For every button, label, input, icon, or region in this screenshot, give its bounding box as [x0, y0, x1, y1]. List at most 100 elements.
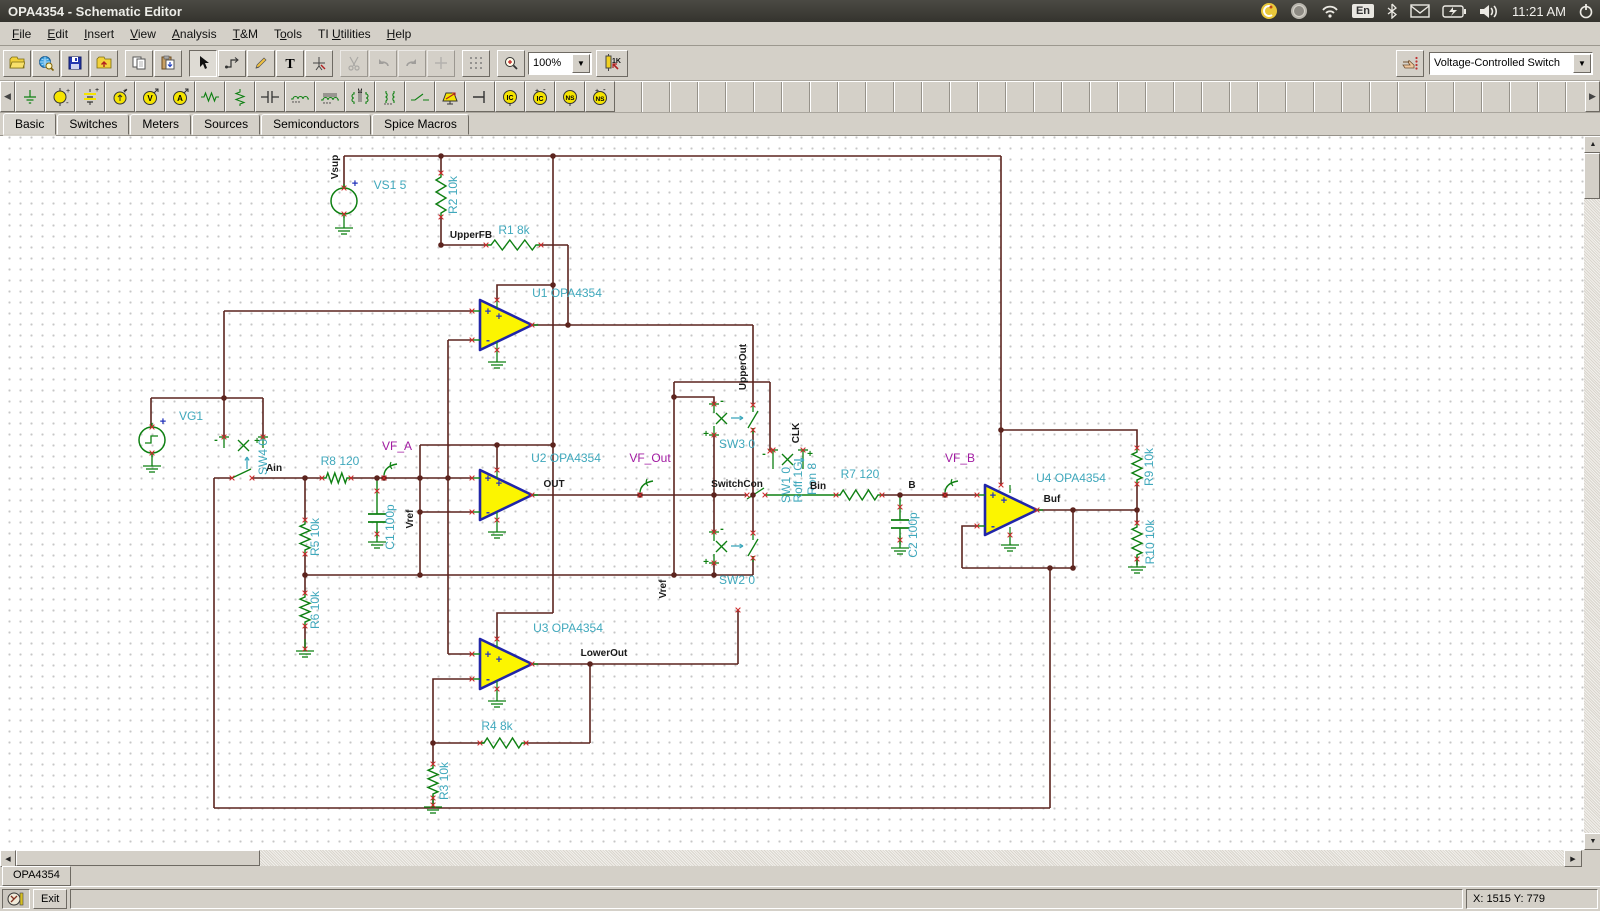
text-tool-button[interactable]: T: [276, 50, 304, 77]
open-button[interactable]: [3, 50, 31, 77]
paste-button[interactable]: [154, 50, 182, 77]
resistor-vertical-component-icon[interactable]: [225, 81, 255, 112]
grid-toggle-button[interactable]: [462, 50, 490, 77]
source-VG1[interactable]: [139, 423, 165, 457]
resistor-component-icon[interactable]: [195, 81, 225, 112]
resistor-R4[interactable]: [480, 738, 526, 748]
menu-edit[interactable]: Edit: [39, 24, 76, 44]
resistor-R8[interactable]: [322, 473, 351, 483]
tab-switches[interactable]: Switches: [57, 114, 129, 135]
tab-spice-macros[interactable]: Spice Macros: [372, 114, 469, 135]
scroll-left-arrow-icon[interactable]: ◀: [0, 850, 16, 867]
controlled-switch-component-icon[interactable]: [435, 81, 465, 112]
component-hand-button[interactable]: [1396, 50, 1424, 77]
menu-view[interactable]: View: [122, 24, 164, 44]
terminal-component-icon[interactable]: [465, 81, 495, 112]
wire[interactable]: [962, 526, 977, 568]
open-from-web-button[interactable]: [32, 50, 60, 77]
ic-polar-component-icon[interactable]: IC+-: [525, 81, 555, 112]
undo-button[interactable]: [369, 50, 397, 77]
current-source-component-icon[interactable]: +: [105, 81, 135, 112]
horizontal-scroll-track[interactable]: [260, 850, 1564, 866]
menu-t-m[interactable]: T&M: [225, 24, 266, 44]
chevron-down-icon[interactable]: ▼: [1573, 54, 1591, 73]
ground[interactable]: [488, 689, 506, 707]
inductor-core-component-icon[interactable]: [315, 81, 345, 112]
ground[interactable]: [488, 520, 506, 538]
vertical-scroll-thumb[interactable]: [1584, 153, 1600, 199]
battery-icon[interactable]: [1442, 5, 1466, 18]
wire[interactable]: [674, 397, 714, 404]
horizontal-scroll-thumb[interactable]: [16, 850, 260, 866]
resistor-R1[interactable]: [487, 240, 540, 250]
ic-component-icon[interactable]: IC: [495, 81, 525, 112]
resistor-R9[interactable]: [1132, 449, 1142, 483]
bluetooth-icon[interactable]: [1386, 3, 1398, 19]
voltmeter-component-icon[interactable]: V: [135, 81, 165, 112]
battery-component-icon[interactable]: +: [75, 81, 105, 112]
wire[interactable]: [433, 679, 472, 743]
wire[interactable]: [1001, 430, 1137, 449]
opamp-U1[interactable]: [472, 300, 538, 350]
copy-button[interactable]: [125, 50, 153, 77]
wifi-icon[interactable]: [1320, 4, 1340, 18]
resistor-R7[interactable]: [836, 490, 882, 500]
save-button[interactable]: [61, 50, 89, 77]
switch-component-icon[interactable]: [405, 81, 435, 112]
pen-tool-button[interactable]: [247, 50, 275, 77]
volume-icon[interactable]: [1478, 4, 1500, 19]
capacitor-component-icon[interactable]: [255, 81, 285, 112]
probe-VF_Out[interactable]: [640, 479, 653, 492]
origin-button[interactable]: [427, 50, 455, 77]
switch-SW3[interactable]: [709, 404, 758, 435]
probe-VF_A[interactable]: [384, 462, 397, 475]
menu-analysis[interactable]: Analysis: [164, 24, 225, 44]
menu-insert[interactable]: Insert: [76, 24, 122, 44]
tab-sources[interactable]: Sources: [192, 114, 260, 135]
menu-help[interactable]: Help: [379, 24, 420, 44]
schematic-canvas[interactable]: ++++-++-++-++-+-+-+-+-VS1 5R2 10kR1 8kU1…: [0, 136, 1584, 850]
chevron-down-icon[interactable]: ▼: [572, 54, 590, 73]
inductor-component-icon[interactable]: [285, 81, 315, 112]
cut-button[interactable]: [340, 50, 368, 77]
wire-tool-button[interactable]: [218, 50, 246, 77]
scroll-down-icon[interactable]: ▼: [1584, 833, 1600, 850]
zoom-in-button[interactable]: [497, 50, 525, 77]
probe-VF_B[interactable]: [945, 479, 958, 492]
scroll-left-icon[interactable]: ◀: [0, 81, 15, 112]
export-button[interactable]: [90, 50, 118, 77]
vertical-scrollbar[interactable]: ▲ ▼: [1584, 136, 1600, 850]
opamp-U2[interactable]: [472, 470, 538, 520]
ground-component-icon[interactable]: [15, 81, 45, 112]
sphere-icon[interactable]: [1290, 2, 1308, 20]
language-indicator[interactable]: En: [1352, 4, 1374, 18]
select-tool-button[interactable]: [189, 50, 217, 77]
tab-semiconductors[interactable]: Semiconductors: [261, 114, 371, 135]
scroll-up-icon[interactable]: ▲: [1584, 136, 1600, 153]
menu-file[interactable]: File: [4, 24, 39, 44]
resistor-R10[interactable]: [1132, 524, 1142, 558]
menu-ti-utilities[interactable]: TI Utilities: [310, 24, 379, 44]
ammeter-component-icon[interactable]: A: [165, 81, 195, 112]
ground[interactable]: [296, 639, 314, 657]
transformer-component-icon[interactable]: [375, 81, 405, 112]
scroll-right-icon[interactable]: ▶: [1585, 81, 1600, 112]
ground[interactable]: [335, 216, 353, 234]
opamp-U4[interactable]: [977, 485, 1043, 535]
scroll-right-arrow-icon[interactable]: ▶: [1564, 850, 1582, 867]
crosswire-tool-button[interactable]: [305, 50, 333, 77]
switch-SW2[interactable]: [709, 532, 758, 563]
redo-button[interactable]: [398, 50, 426, 77]
document-tab[interactable]: OPA4354: [2, 866, 71, 886]
opamp-U3[interactable]: [472, 639, 538, 689]
zoom-select[interactable]: 100% ▼: [528, 52, 592, 75]
mail-icon[interactable]: [1410, 4, 1430, 18]
coupled-inductor-component-icon[interactable]: M: [345, 81, 375, 112]
horizontal-scrollbar[interactable]: ◀ ▶: [0, 850, 1600, 866]
voltage-source-component-icon[interactable]: +-: [45, 81, 75, 112]
exit-button[interactable]: Exit: [33, 889, 67, 909]
component-mode-select[interactable]: Voltage-Controlled Switch ▼: [1429, 52, 1593, 75]
app-icon[interactable]: [1260, 2, 1278, 20]
menu-tools[interactable]: Tools: [266, 24, 310, 44]
tab-basic[interactable]: Basic: [3, 113, 56, 135]
